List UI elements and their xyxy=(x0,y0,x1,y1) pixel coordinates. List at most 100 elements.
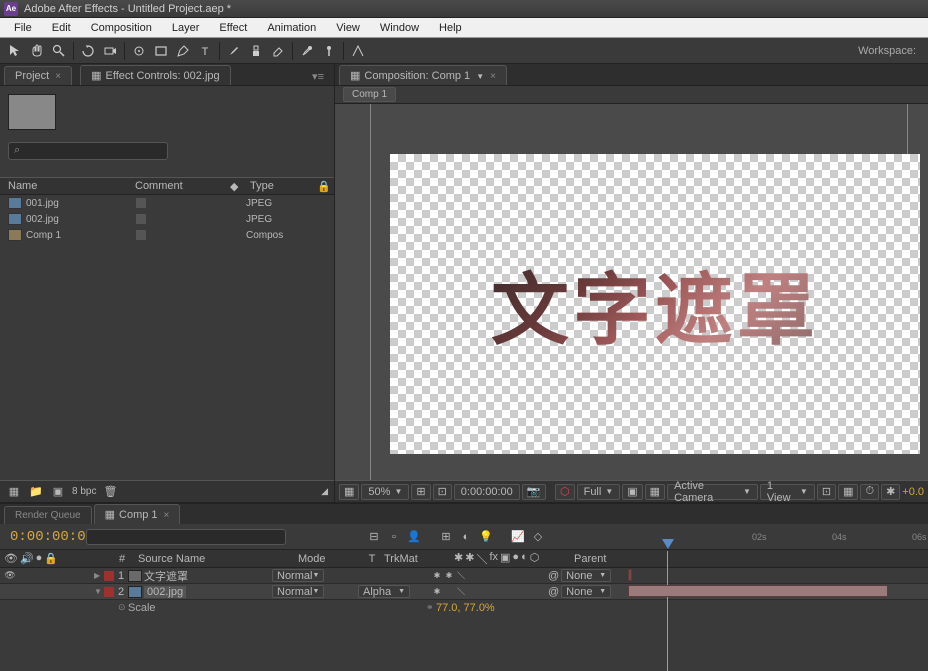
panel-menu-icon[interactable]: ▾≡ xyxy=(306,68,330,85)
lock-toggle[interactable] xyxy=(46,570,58,582)
audio-toggle[interactable] xyxy=(18,586,30,598)
menu-composition[interactable]: Composition xyxy=(81,20,162,36)
show-channel-icon[interactable]: ⬡ xyxy=(555,484,575,500)
selection-tool[interactable] xyxy=(6,42,24,60)
audio-toggle[interactable] xyxy=(18,570,30,582)
timeline-property-row[interactable]: ⊙ Scale ⚭ 77.0, 77.0% xyxy=(0,600,928,615)
timecode-display[interactable]: 0:00:00:00 xyxy=(454,484,520,500)
breadcrumb-item[interactable]: Comp 1 xyxy=(343,87,396,102)
close-icon[interactable]: × xyxy=(164,510,170,521)
exposure-value[interactable]: +0.0 xyxy=(902,486,924,498)
solo-toggle[interactable] xyxy=(32,570,44,582)
adjust-switch[interactable] xyxy=(504,571,514,581)
clone-stamp-tool[interactable] xyxy=(247,42,265,60)
timeline-icon[interactable]: ⏱ xyxy=(860,484,879,500)
solo-toggle[interactable] xyxy=(32,586,44,598)
lock-toggle[interactable] xyxy=(46,586,58,598)
constrain-icon[interactable]: ⚭ xyxy=(426,602,436,613)
current-time-display[interactable]: 0:00:00:00 xyxy=(0,529,86,545)
layer-track[interactable] xyxy=(628,568,928,583)
blend-mode-select[interactable]: Normal▼ xyxy=(272,585,324,598)
header-t[interactable]: T xyxy=(364,553,380,565)
motion-blur-switch[interactable] xyxy=(492,587,502,597)
expand-icon[interactable]: ▶ xyxy=(94,571,104,580)
header-trkmat[interactable]: TrkMat xyxy=(380,553,450,565)
hand-tool[interactable] xyxy=(28,42,46,60)
menu-effect[interactable]: Effect xyxy=(209,20,257,36)
project-search-input[interactable] xyxy=(8,142,168,160)
camera-select[interactable]: Active Camera▼ xyxy=(667,484,758,500)
project-item[interactable]: Comp 1 Compos xyxy=(0,227,334,243)
header-parent[interactable]: Parent xyxy=(570,553,650,565)
new-folder-icon[interactable]: 📁 xyxy=(28,484,44,500)
views-select[interactable]: 1 View▼ xyxy=(760,484,815,500)
roi-icon[interactable]: ▣ xyxy=(622,484,642,500)
3d-switch[interactable] xyxy=(516,587,526,597)
motion-blur-icon[interactable]: ◐ xyxy=(458,529,474,545)
fx-switch[interactable] xyxy=(468,571,478,581)
collapse-switch[interactable] xyxy=(444,587,454,597)
pickwhip-icon[interactable]: @ xyxy=(548,570,559,582)
text-tool[interactable]: T xyxy=(196,42,214,60)
stopwatch-icon[interactable]: ⊙ xyxy=(118,602,128,613)
menu-layer[interactable]: Layer xyxy=(162,20,210,36)
menu-help[interactable]: Help xyxy=(429,20,472,36)
tab-render-queue[interactable]: Render Queue xyxy=(4,506,92,524)
shy-switch[interactable]: ✱ xyxy=(432,571,442,581)
exposure-reset-icon[interactable]: ✱ xyxy=(881,484,900,500)
menu-animation[interactable]: Animation xyxy=(257,20,326,36)
menu-file[interactable]: File xyxy=(4,20,42,36)
zoom-select[interactable]: 50%▼ xyxy=(361,484,409,500)
blend-mode-select[interactable]: Normal▼ xyxy=(272,569,324,582)
layer-name[interactable]: 文字遮罩 xyxy=(144,568,188,584)
layer-color-swatch[interactable] xyxy=(104,587,114,597)
header-type[interactable]: Type xyxy=(250,180,314,192)
video-toggle[interactable] xyxy=(4,586,16,598)
tab-timeline-comp[interactable]: ▦Comp 1× xyxy=(94,504,181,524)
tab-composition[interactable]: ▦Composition: Comp 1▼× xyxy=(339,65,507,85)
header-name[interactable]: Name xyxy=(0,180,135,192)
tab-effect-controls[interactable]: ▦Effect Controls: 002.jpg xyxy=(80,65,231,85)
bpc-indicator[interactable]: 8 bpc xyxy=(72,486,96,497)
header-lock-icon[interactable]: 🔒 xyxy=(314,180,334,193)
resolution-icon[interactable]: ⊞ xyxy=(411,484,430,500)
frame-blend-icon[interactable]: ⊞ xyxy=(438,529,454,545)
always-preview-icon[interactable]: ▦ xyxy=(339,484,359,500)
grid-icon[interactable]: ▦ xyxy=(645,484,665,500)
motion-blur-switch[interactable] xyxy=(492,571,502,581)
header-mode[interactable]: Mode xyxy=(294,553,364,565)
project-item[interactable]: 001.jpg JPEG xyxy=(0,195,334,211)
parent-select[interactable]: None▼ xyxy=(561,569,611,582)
auto-keyframe-icon[interactable]: ◇ xyxy=(530,529,546,545)
menu-window[interactable]: Window xyxy=(370,20,429,36)
pen-tool[interactable] xyxy=(174,42,192,60)
delete-icon[interactable]: 🗑 xyxy=(102,484,118,500)
puppet-pin-tool[interactable] xyxy=(320,42,338,60)
video-toggle[interactable]: 👁 xyxy=(4,570,16,582)
header-tag[interactable]: ◆ xyxy=(230,180,250,193)
graph-editor-icon[interactable]: 📈 xyxy=(510,529,526,545)
resolution-select[interactable]: Full▼ xyxy=(577,484,621,500)
quality-switch[interactable]: ＼ xyxy=(456,587,466,597)
layer-name[interactable]: 002.jpg xyxy=(144,586,186,598)
project-item[interactable]: 002.jpg JPEG xyxy=(0,211,334,227)
tab-project[interactable]: Project× xyxy=(4,66,72,85)
close-icon[interactable]: × xyxy=(55,71,61,82)
shy-switch[interactable]: ✱ xyxy=(432,587,442,597)
timeline-layer-row[interactable]: ▼ 2 002.jpg Normal▼ Alpha▼ ✱ ＼ @ None▼ xyxy=(0,584,928,600)
local-axis-mode[interactable] xyxy=(349,42,367,60)
interpret-footage-icon[interactable]: ▦ xyxy=(6,484,22,500)
canvas-text-layer[interactable]: 文字遮罩 xyxy=(491,248,819,360)
resize-handle[interactable]: ◢ xyxy=(321,486,328,497)
layer-bar[interactable] xyxy=(628,585,888,597)
header-layer-num[interactable]: # xyxy=(110,553,134,565)
roto-brush-tool[interactable] xyxy=(298,42,316,60)
hide-shy-icon[interactable]: 👤 xyxy=(406,529,422,545)
timeline-search-input[interactable] xyxy=(86,529,286,545)
menu-edit[interactable]: Edit xyxy=(42,20,81,36)
pan-behind-tool[interactable] xyxy=(130,42,148,60)
frame-blend-switch[interactable] xyxy=(480,571,490,581)
rotate-tool[interactable] xyxy=(79,42,97,60)
composition-canvas[interactable]: 文字遮罩 xyxy=(390,154,920,454)
eraser-tool[interactable] xyxy=(269,42,287,60)
